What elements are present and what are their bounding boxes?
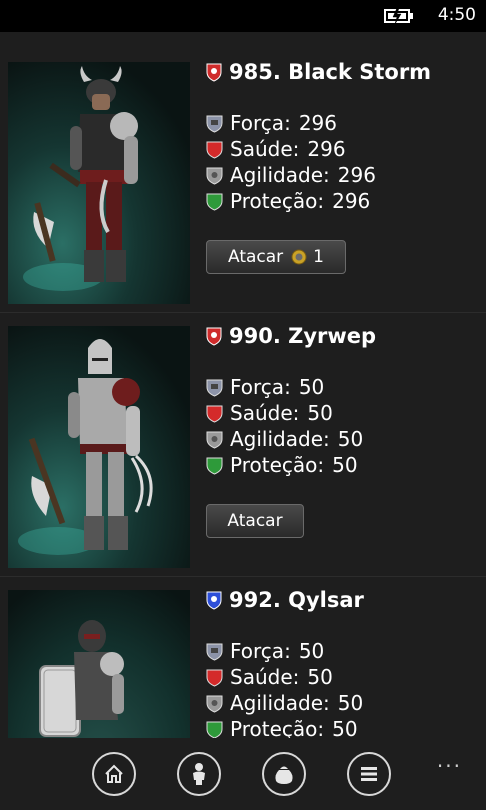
stat-label: Agilidade: (230, 691, 330, 715)
protection-shield-icon (206, 457, 223, 475)
stat-health: Saúde: 50 (205, 400, 363, 426)
stat-protection: Proteção: 50 (205, 716, 363, 738)
bag-button[interactable] (262, 752, 306, 796)
stat-health: Saúde: 296 (205, 136, 376, 162)
agility-shield-icon (206, 695, 223, 713)
stat-value: 296 (307, 137, 346, 161)
stat-label: Saúde: (230, 401, 300, 425)
opponent-card[interactable]: 992. Qylsar Força: 50 Saúde: 50 Agilidad… (0, 576, 486, 738)
card-title: 992. Qylsar (205, 586, 364, 614)
character-button[interactable] (177, 752, 221, 796)
stat-label: Força: (230, 375, 291, 399)
attack-label: Atacar (227, 511, 283, 531)
opponent-list[interactable]: 985. Black Storm Força: 296 Saúde: 296 A… (0, 48, 486, 738)
stat-label: Proteção: (230, 453, 325, 477)
card-title: 990. Zyrwep (205, 322, 376, 350)
stats-list: Força: 50 Saúde: 50 Agilidade: 50 Proteç… (205, 638, 363, 738)
character-portrait (8, 62, 190, 304)
player-name: 992. Qylsar (229, 588, 364, 612)
protection-shield-icon (206, 193, 223, 211)
stat-value: 50 (298, 639, 325, 663)
stats-list: Força: 50 Saúde: 50 Agilidade: 50 Proteç… (205, 374, 363, 478)
stat-value: 296 (337, 163, 376, 187)
force-shield-icon (206, 115, 223, 133)
stat-label: Força: (230, 111, 291, 135)
stat-agility: Agilidade: 50 (205, 690, 363, 716)
stat-label: Proteção: (230, 189, 325, 213)
force-shield-icon (206, 379, 223, 397)
stats-list: Força: 296 Saúde: 296 Agilidade: 296 Pro… (205, 110, 376, 214)
blue-faction-badge-icon (206, 591, 222, 610)
character-portrait (8, 326, 190, 568)
red-faction-badge-icon (206, 63, 222, 82)
stat-force: Força: 296 (205, 110, 376, 136)
stat-label: Proteção: (230, 717, 325, 738)
stat-value: 50 (307, 665, 333, 689)
stat-label: Agilidade: (230, 427, 330, 451)
status-bar: 4:50 (0, 0, 486, 32)
health-shield-icon (206, 141, 223, 159)
clock: 4:50 (437, 5, 476, 25)
player-name: 985. Black Storm (229, 60, 432, 84)
battery-charging-icon (384, 8, 413, 24)
stat-health: Saúde: 50 (205, 664, 363, 690)
stat-value: 50 (337, 691, 364, 715)
stat-agility: Agilidade: 50 (205, 426, 363, 452)
opponent-card[interactable]: 990. Zyrwep Força: 50 Saúde: 50 Agilidad… (0, 312, 486, 577)
opponent-card[interactable]: 985. Black Storm Força: 296 Saúde: 296 A… (0, 48, 486, 313)
stat-value: 296 (298, 111, 337, 135)
card-title: 985. Black Storm (205, 58, 431, 86)
home-button[interactable] (92, 752, 136, 796)
health-shield-icon (206, 669, 223, 687)
attack-label: Atacar (228, 247, 284, 267)
attack-button[interactable]: Atacar 1 (206, 240, 346, 274)
stat-force: Força: 50 (205, 374, 363, 400)
agility-shield-icon (206, 431, 223, 449)
stat-value: 50 (332, 717, 358, 738)
stat-label: Saúde: (230, 665, 300, 689)
stat-protection: Proteção: 50 (205, 452, 363, 478)
more-options-button[interactable]: ... (437, 748, 462, 772)
agility-shield-icon (206, 167, 223, 185)
health-shield-icon (206, 405, 223, 423)
stat-value: 50 (332, 453, 358, 477)
coin-icon (291, 249, 307, 265)
stat-label: Agilidade: (230, 163, 330, 187)
attack-button[interactable]: Atacar (206, 504, 304, 538)
list-icon (361, 767, 377, 781)
character-portrait (8, 590, 190, 738)
stat-force: Força: 50 (205, 638, 363, 664)
stat-value: 50 (298, 375, 325, 399)
red-faction-badge-icon (206, 327, 222, 346)
stat-value: 50 (307, 401, 333, 425)
character-icon (193, 763, 205, 785)
bag-icon (275, 766, 293, 784)
force-shield-icon (206, 643, 223, 661)
stat-agility: Agilidade: 296 (205, 162, 376, 188)
stat-value: 50 (337, 427, 364, 451)
protection-shield-icon (206, 721, 223, 738)
stat-label: Saúde: (230, 137, 300, 161)
app-bar: ... (0, 738, 486, 810)
player-name: 990. Zyrwep (229, 324, 377, 348)
menu-list-button[interactable] (347, 752, 391, 796)
stat-protection: Proteção: 296 (205, 188, 376, 214)
home-icon (105, 764, 123, 783)
stat-value: 296 (332, 189, 371, 213)
attack-cost: 1 (313, 247, 324, 267)
stat-label: Força: (230, 639, 291, 663)
